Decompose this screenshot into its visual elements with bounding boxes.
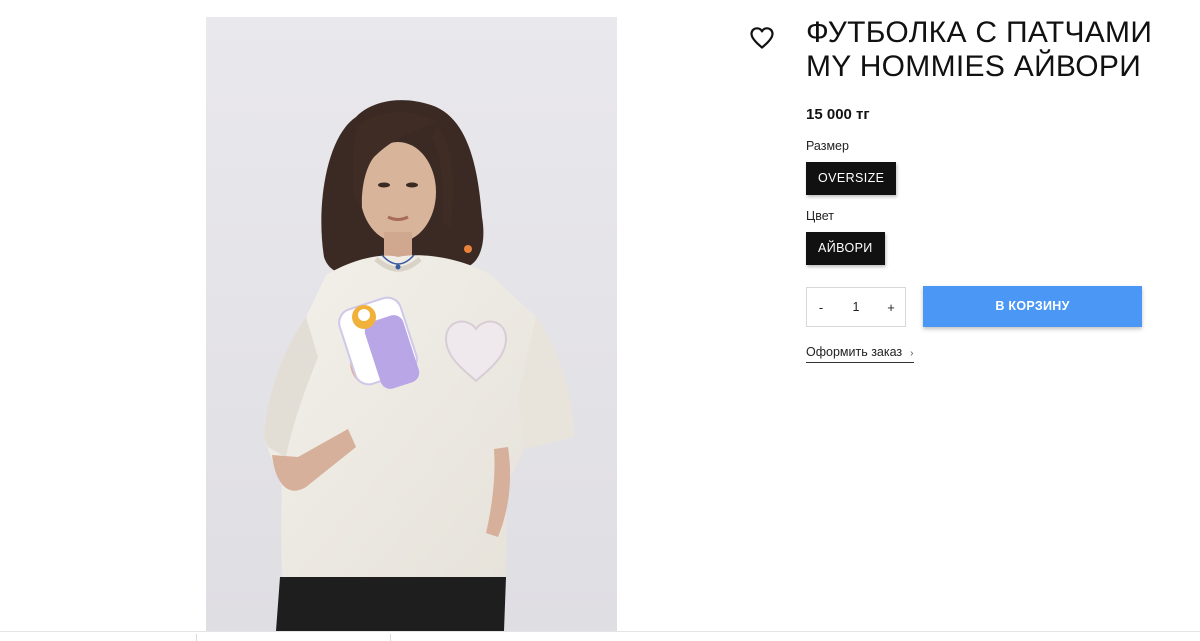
size-label: Размер <box>806 139 849 153</box>
heart-icon[interactable] <box>749 26 775 50</box>
thumbnail-divider <box>390 634 391 641</box>
add-to-cart-button[interactable]: В КОРЗИНУ <box>923 286 1142 327</box>
product-price: 15 000 тг <box>806 106 870 123</box>
thumbnail-strip-edge <box>0 631 1200 641</box>
quantity-value[interactable]: 1 <box>835 300 877 314</box>
color-option-ivory[interactable]: АЙВОРИ <box>806 232 885 265</box>
quantity-decrease-button[interactable]: - <box>807 300 835 315</box>
thumbnail-divider <box>196 634 197 641</box>
chevron-right-icon: › <box>910 348 914 359</box>
checkout-link[interactable]: Оформить заказ › <box>806 345 914 363</box>
model-image <box>206 17 617 631</box>
quantity-stepper: - 1 + <box>806 287 906 327</box>
product-title: ФУТБОЛКА С ПАТЧАМИ MY HOMMIES АЙВОРИ <box>806 16 1153 83</box>
checkout-link-label: Оформить заказ <box>806 345 903 359</box>
product-photo[interactable] <box>206 17 617 631</box>
color-label: Цвет <box>806 209 835 223</box>
size-option-oversize[interactable]: OVERSIZE <box>806 162 897 195</box>
product-page: ФУТБОЛКА С ПАТЧАМИ MY HOMMIES АЙВОРИ 15 … <box>0 0 1200 641</box>
quantity-increase-button[interactable]: + <box>877 300 905 315</box>
